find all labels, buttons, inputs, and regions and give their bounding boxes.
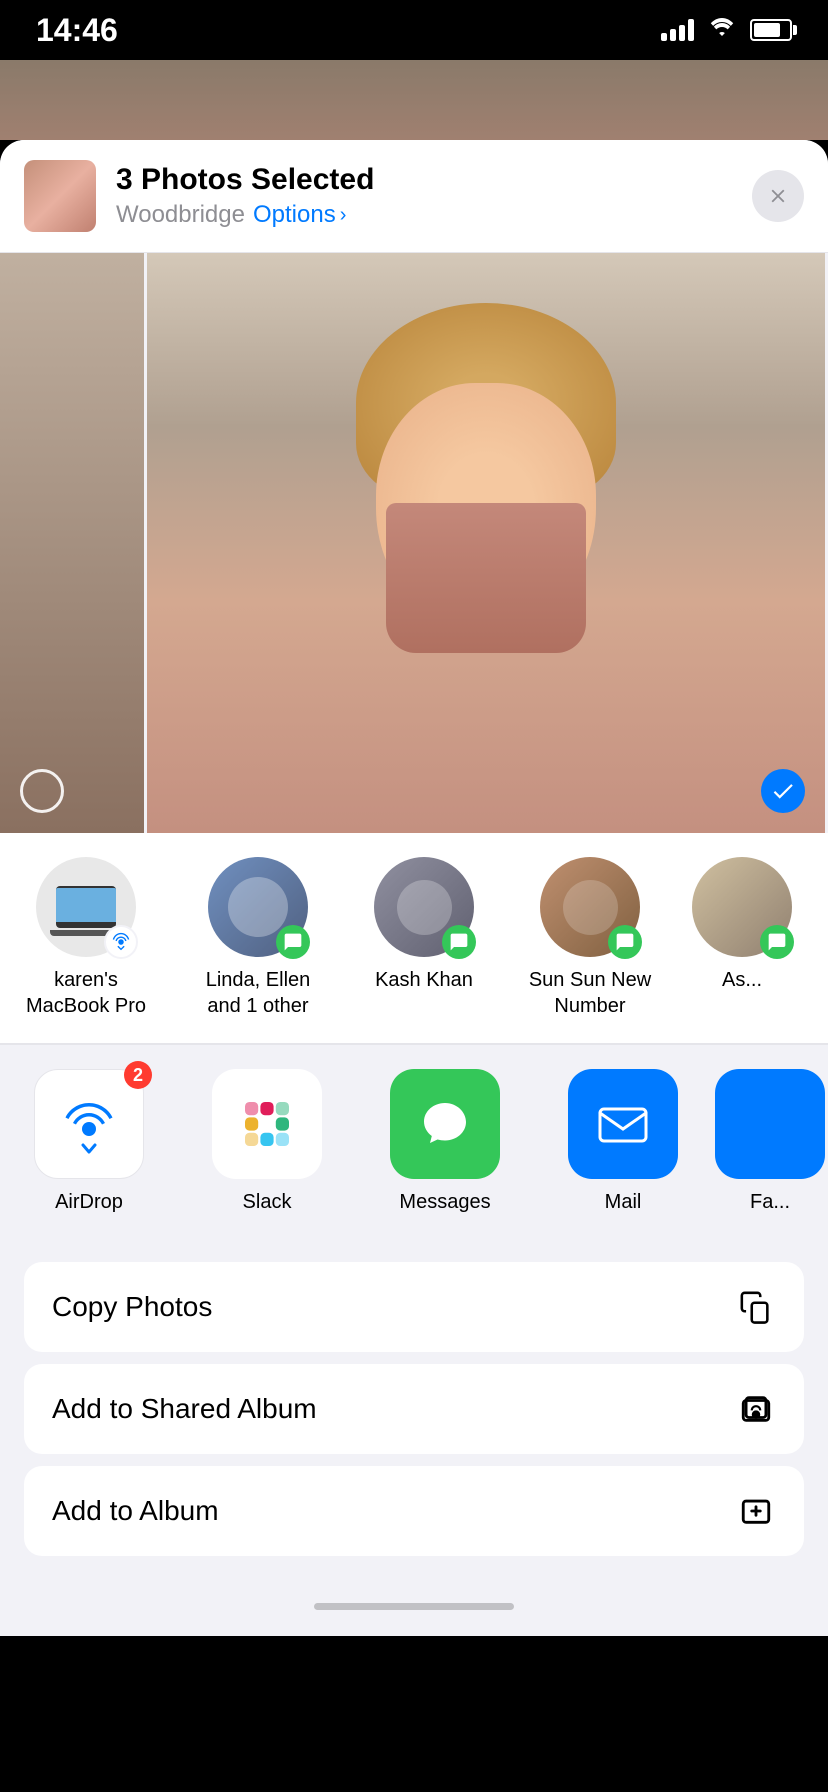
app-item-slack[interactable]: Slack xyxy=(178,1069,356,1214)
add-album-label: Add to Album xyxy=(52,1495,219,1527)
airdrop-badge xyxy=(104,925,138,959)
signal-icon xyxy=(661,19,694,41)
messages-badge-allso xyxy=(760,925,794,959)
person-avatar-linda xyxy=(208,857,308,957)
messages-badge-icon-allso xyxy=(767,932,787,952)
slack-icon-wrapper xyxy=(212,1069,322,1179)
people-row: karen's MacBook Pro Linda, Ellen and 1 o… xyxy=(0,833,828,1044)
messages-svg-icon xyxy=(414,1093,476,1155)
action-list: Copy Photos Add to Shared Album xyxy=(0,1246,828,1556)
person-item-linda[interactable]: Linda, Ellen and 1 other xyxy=(172,857,344,1019)
bottom-padding xyxy=(0,1556,828,1576)
messages-app-icon xyxy=(390,1069,500,1179)
app-item-mail[interactable]: Mail xyxy=(534,1069,712,1214)
mail-svg-icon xyxy=(590,1091,656,1157)
copy-svg-icon xyxy=(739,1290,773,1324)
status-bar: 14:46 xyxy=(0,0,828,60)
copy-photos-action[interactable]: Copy Photos xyxy=(24,1262,804,1352)
status-time: 14:46 xyxy=(36,12,118,49)
airdrop-badge-icon xyxy=(110,931,132,953)
home-bar xyxy=(314,1603,514,1610)
options-label[interactable]: Options xyxy=(253,201,336,229)
app-item-airdrop[interactable]: 2 AirDrop xyxy=(0,1069,178,1214)
messages-badge-linda xyxy=(276,925,310,959)
mail-label: Mail xyxy=(605,1191,642,1214)
shared-album-action[interactable]: Add to Shared Album xyxy=(24,1364,804,1454)
app-item-more[interactable]: Fa... xyxy=(712,1069,828,1214)
share-location: Woodbridge xyxy=(116,201,245,229)
person-item-allso[interactable]: As... xyxy=(676,857,808,1019)
thumbnail-image xyxy=(24,160,96,232)
messages-badge-sunsun xyxy=(608,925,642,959)
messages-badge-icon xyxy=(283,932,303,952)
shared-album-svg-icon xyxy=(739,1392,773,1426)
photo-strip xyxy=(0,253,828,833)
photo-item-1[interactable] xyxy=(0,253,144,833)
add-album-svg-icon xyxy=(739,1494,773,1528)
share-subtitle: Woodbridge Options › xyxy=(116,201,732,229)
person-avatar-kash xyxy=(374,857,474,957)
person-avatar-allso xyxy=(692,857,792,957)
messages-label: Messages xyxy=(399,1191,490,1214)
status-icons xyxy=(661,16,792,44)
messages-badge-icon-kash xyxy=(449,932,469,952)
person-item-macbook[interactable]: karen's MacBook Pro xyxy=(0,857,172,1019)
share-options-link[interactable]: Options › xyxy=(253,201,346,229)
airdrop-badge-count: 2 xyxy=(124,1061,152,1089)
photo-item-2[interactable] xyxy=(147,253,825,833)
person-name-macbook: karen's MacBook Pro xyxy=(16,967,156,1019)
add-album-action[interactable]: Add to Album xyxy=(24,1466,804,1556)
wifi-icon xyxy=(708,16,736,44)
person-name-sunsun: Sun Sun New Number xyxy=(520,967,660,1019)
share-title: 3 Photos Selected xyxy=(116,163,732,197)
separator-2 xyxy=(0,1230,828,1246)
slack-label: Slack xyxy=(243,1191,292,1214)
copy-photos-label: Copy Photos xyxy=(52,1291,212,1323)
copy-icon xyxy=(736,1287,776,1327)
close-icon xyxy=(767,185,789,207)
more-label: Fa... xyxy=(750,1191,790,1214)
photo-peek-bg xyxy=(0,60,828,140)
person-avatar-sunsun xyxy=(540,857,640,957)
person-avatar-macbook xyxy=(36,857,136,957)
person-item-sunsun[interactable]: Sun Sun New Number xyxy=(504,857,676,1019)
person-name-allso: As... xyxy=(722,967,762,993)
selection-circle-1[interactable] xyxy=(20,769,64,813)
slack-svg-icon xyxy=(234,1091,300,1157)
person-item-kash[interactable]: Kash Khan xyxy=(344,857,504,1019)
battery-icon xyxy=(750,19,792,41)
slack-app-icon xyxy=(212,1069,322,1179)
chevron-right-icon: › xyxy=(340,204,347,227)
messages-icon-wrapper xyxy=(390,1069,500,1179)
more-icon-wrapper xyxy=(715,1069,825,1179)
airdrop-app-icon xyxy=(34,1069,144,1179)
app-row: 2 AirDrop xyxy=(0,1045,828,1230)
add-album-icon xyxy=(736,1491,776,1531)
share-thumbnail xyxy=(24,160,96,232)
person-name-linda: Linda, Ellen and 1 other xyxy=(188,967,328,1019)
checkmark-icon xyxy=(770,778,796,804)
share-header: 3 Photos Selected Woodbridge Options › xyxy=(0,140,828,253)
person-name-kash: Kash Khan xyxy=(375,967,473,993)
more-app-icon xyxy=(715,1069,825,1179)
mail-icon-wrapper xyxy=(568,1069,678,1179)
mail-app-icon xyxy=(568,1069,678,1179)
shared-album-label: Add to Shared Album xyxy=(52,1393,317,1425)
home-indicator xyxy=(0,1576,828,1636)
messages-badge-icon-sunsun xyxy=(615,932,635,952)
selection-check-2[interactable] xyxy=(761,769,805,813)
share-sheet: 3 Photos Selected Woodbridge Options › xyxy=(0,140,828,1636)
child-face xyxy=(346,303,626,643)
messages-badge-kash xyxy=(442,925,476,959)
airdrop-label: AirDrop xyxy=(55,1191,123,1214)
app-item-messages[interactable]: Messages xyxy=(356,1069,534,1214)
airdrop-svg-icon xyxy=(56,1091,122,1157)
shared-album-icon xyxy=(736,1389,776,1429)
share-info: 3 Photos Selected Woodbridge Options › xyxy=(116,163,732,229)
close-button[interactable] xyxy=(752,170,804,222)
macbook-icon xyxy=(56,886,116,928)
airdrop-icon-wrapper: 2 xyxy=(34,1069,144,1179)
